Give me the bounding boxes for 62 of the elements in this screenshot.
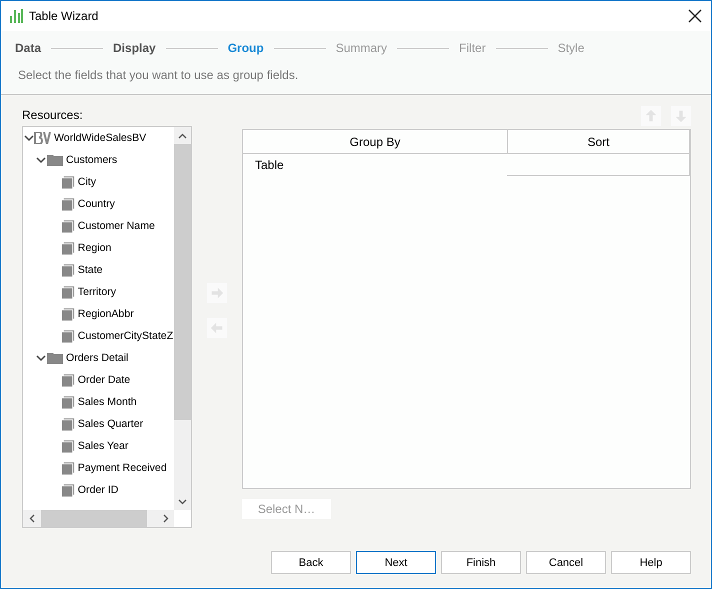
field-icon [60,240,76,256]
field-icon [60,394,76,410]
field-icon [60,416,76,432]
scroll-right-icon[interactable] [162,514,168,523]
tree-item[interactable]: Country [52,193,115,215]
dialog-button[interactable]: Back [271,551,351,574]
tree-item[interactable]: State [52,259,103,281]
field-icon [60,328,76,344]
tree-item[interactable]: Sales Year [52,435,128,457]
tree-item[interactable]: Sales Month [52,391,137,413]
tree-item[interactable]: CustomerCityStateZ [52,325,174,347]
horizontal-scrollbar[interactable] [23,510,174,527]
chevron-icon[interactable] [24,133,34,143]
tree-item[interactable]: Order ID [52,479,118,501]
dialog-button[interactable]: Cancel [526,551,606,574]
table-cell[interactable]: Table [243,154,507,176]
tree-item[interactable]: City [52,171,96,193]
chevron-icon[interactable] [36,353,46,363]
dialog-button[interactable]: Help [611,551,691,574]
scroll-up-icon[interactable] [178,132,187,138]
field-icon [60,482,76,498]
scroll-down-icon[interactable] [178,498,187,504]
scroll-thumb[interactable] [174,144,191,420]
tree-item[interactable]: WorldWideSalesBV [24,127,146,149]
tree-item[interactable]: Order Date [52,369,130,391]
tree-item[interactable]: Sales Quarter [52,413,144,435]
field-icon [60,306,76,322]
folder-icon [46,351,64,365]
tree-item[interactable]: Region [52,237,112,259]
column-header[interactable]: Sort [508,130,690,153]
tree-item[interactable]: Orders Detail [36,347,128,369]
tree-item[interactable]: Customer Name [52,215,155,237]
wizard-step[interactable]: Group [228,41,264,55]
wizard-step[interactable]: Data [15,41,42,55]
dialog-button[interactable]: Finish [441,551,521,574]
table-cell[interactable] [507,154,690,176]
tree-item[interactable]: Payment Received [52,457,167,479]
tree-item[interactable]: Territory [52,281,116,303]
field-icon [60,438,76,454]
vertical-scrollbar[interactable] [174,127,191,510]
field-icon [60,196,76,212]
field-icon [60,262,76,278]
wizard-step[interactable]: Display [113,41,156,55]
app-logo-icon [9,8,23,24]
resources-label: Resources: [22,108,84,124]
field-icon [60,218,76,234]
field-icon [60,174,76,190]
dialog-button[interactable]: Next [356,551,436,574]
window-title: Table Wizard [29,9,100,23]
catalog-icon [34,132,52,144]
chevron-icon[interactable] [36,155,46,165]
field-icon [60,284,76,300]
tree-item[interactable]: RegionAbbr [52,303,134,325]
step-description: Select the fields that you want to use as group fields. [17,68,300,82]
close-button[interactable] [687,8,703,24]
scroll-thumb[interactable] [41,510,147,527]
tree-item[interactable]: Customers [36,149,118,171]
column-header[interactable]: Group By [243,130,508,153]
field-icon [60,460,76,476]
field-icon [60,372,76,388]
folder-icon [46,153,64,167]
scroll-left-icon[interactable] [28,514,34,523]
